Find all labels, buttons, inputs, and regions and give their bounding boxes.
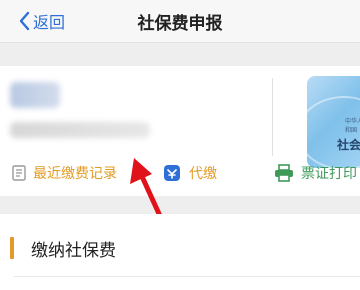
section-title: 缴纳社保费 [31,241,116,261]
recent-records-label: 最近缴费记录 [33,166,117,182]
card-title: 社会保障卡 [337,138,360,152]
print-label: 票证打印 [301,166,357,182]
pay-section: 缴纳社保费 [0,214,360,290]
page-title: 社保费申报 [137,14,223,34]
vertical-divider [272,78,273,156]
section-accent-bar [10,237,14,259]
blurred-id-number [10,122,150,138]
social-security-card-image[interactable]: 中华人民共和国 社会保障卡 [307,76,360,168]
printer-icon [275,164,293,182]
agent-pay-label: 代缴 [189,166,217,182]
document-icon [12,165,26,181]
section-divider [14,276,360,277]
blurred-name [10,82,60,108]
recent-records-link[interactable]: 最近缴费记录 [12,162,117,184]
navigation-bar: 返回 社保费申报 [0,0,360,43]
card-subtitle: 中华人民共和国 [345,118,360,134]
print-ticket-link[interactable]: 票证打印 [274,162,357,184]
profile-card: 中华人民共和国 社会保障卡 最近缴费记录 代缴 票证打印 [0,66,360,196]
